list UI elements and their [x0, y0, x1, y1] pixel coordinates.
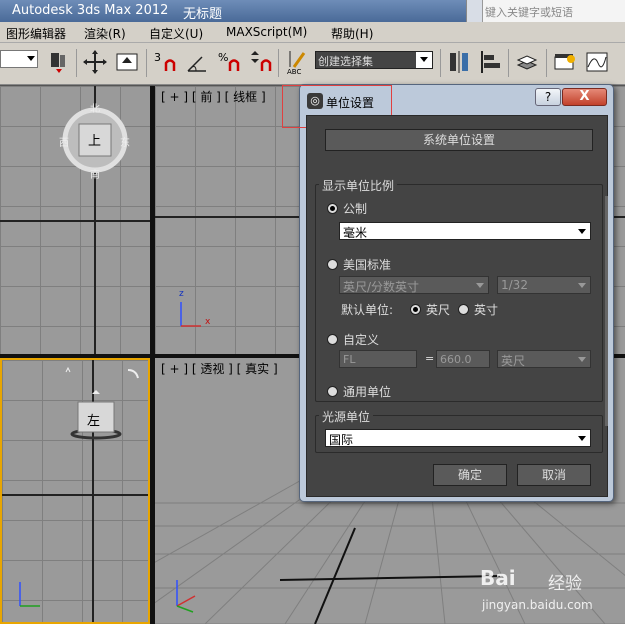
viewcube-left[interactable]	[58, 364, 148, 444]
compass-south: 南	[90, 170, 100, 181]
metric-unit-dropdown[interactable]: 毫米	[339, 222, 591, 240]
feet-radio[interactable]	[410, 304, 421, 315]
help-button[interactable]: ?	[535, 88, 561, 106]
compass-east: 东	[120, 138, 130, 149]
custom-radio[interactable]	[327, 334, 338, 345]
infocenter-toggle-button[interactable]	[466, 0, 482, 22]
menu-graph-editors[interactable]: 图形编辑器	[6, 25, 66, 42]
custom-label[interactable]: 自定义	[343, 331, 379, 348]
left-axis-tripod-icon	[19, 582, 40, 607]
us-unit-dropdown[interactable]: 英尺/分数英寸	[339, 276, 489, 294]
metric-label[interactable]: 公制	[343, 200, 367, 217]
front-axis-x: x	[205, 317, 211, 327]
front-viewport-label[interactable]: [ + ] [ 前 ] [ 线框 ]	[161, 88, 266, 105]
inches-label[interactable]: 英寸	[474, 301, 498, 318]
infocenter-search-input[interactable]: 键入关键字或短语	[482, 0, 625, 22]
metric-radio[interactable]	[327, 203, 338, 214]
app-title: Autodesk 3ds Max 2012	[12, 3, 169, 18]
metric-unit-value: 毫米	[343, 226, 368, 240]
units-setup-dialog: ◎ 单位设置 ? X 系统单位设置 显示单位比例 公制 毫米 美国标准 英尺/分…	[282, 84, 614, 502]
close-button[interactable]: X	[562, 88, 607, 106]
viewcube-face-top: 上	[88, 134, 102, 149]
ribbon-toggle-icon[interactable]	[552, 49, 578, 75]
angle-snap-icon[interactable]	[184, 49, 210, 75]
dialog-body: 系统单位设置 显示单位比例 公制 毫米 美国标准 英尺/分数英寸 1/32 默认…	[306, 115, 608, 497]
title-bar: Autodesk 3ds Max 2012 无标题 键入关键字或短语	[0, 0, 625, 22]
3dsmax-window: Autodesk 3ds Max 2012 无标题 键入关键字或短语 图形编辑器…	[0, 0, 625, 624]
custom-unit-value: 英尺	[501, 354, 526, 368]
perspective-viewport-label[interactable]: [ + ] [ 透视 ] [ 真实 ]	[161, 360, 278, 377]
layer-manager-icon[interactable]	[514, 49, 540, 75]
curve-editor-icon[interactable]	[584, 49, 610, 75]
us-fraction-dropdown[interactable]: 1/32	[497, 276, 591, 294]
custom-name-field[interactable]: FL	[339, 350, 417, 368]
svg-text:%: %	[218, 51, 228, 64]
generic-units-radio[interactable]	[327, 386, 338, 397]
inches-radio[interactable]	[458, 304, 469, 315]
us-standard-label[interactable]: 美国标准	[343, 256, 391, 273]
custom-unit-dropdown[interactable]: 英尺	[497, 350, 591, 368]
custom-equals-label: =	[425, 352, 435, 365]
named-selection-set-dropdown[interactable]: 创建选择集	[315, 51, 433, 69]
lighting-units-value: 国际	[329, 433, 354, 447]
watermark-jingyan: 经验	[548, 574, 582, 594]
default-unit-label: 默认单位:	[341, 303, 394, 317]
watermark-url: jingyan.baidu.com	[482, 598, 593, 612]
us-fraction-value: 1/32	[501, 278, 528, 292]
feet-label[interactable]: 英尺	[426, 301, 450, 318]
menu-help[interactable]: 帮助(H)	[331, 25, 373, 42]
selection-set-text: 创建选择集	[318, 55, 373, 68]
front-axis-z: z	[179, 289, 184, 299]
edit-named-selection-icon[interactable]: ABC	[284, 49, 310, 76]
document-title: 无标题	[183, 7, 223, 22]
snap-toggle-icon[interactable]: 3	[152, 49, 178, 75]
perspective-axis-tripod-icon	[176, 580, 196, 613]
us-standard-radio[interactable]	[327, 259, 338, 270]
reference-coordinate-dropdown[interactable]	[0, 50, 38, 68]
top-viewport[interactable]: 上 北 南 东 西	[0, 86, 150, 354]
menu-rendering[interactable]: 渲染(R)	[84, 25, 126, 42]
align-icon[interactable]	[478, 49, 504, 75]
svg-text:3: 3	[154, 51, 161, 64]
compass-north: 北	[90, 104, 100, 115]
menu-bar: 图形编辑器 渲染(R) 自定义(U) MAXScript(M) 帮助(H)	[0, 22, 625, 43]
mirror-pivot-icon[interactable]	[46, 49, 72, 75]
viewcube-face-left: 左	[87, 414, 101, 429]
us-unit-value: 英尺/分数英寸	[343, 280, 420, 294]
keyboard-shortcut-override-icon[interactable]	[114, 49, 140, 75]
left-viewport[interactable]: 左	[0, 358, 150, 624]
spinner-snap-icon[interactable]	[248, 49, 274, 75]
baidu-jingyan-watermark: Bai 经验 jingyan.baidu.com	[480, 566, 620, 622]
compass-west: 西	[59, 138, 69, 149]
percent-snap-icon[interactable]: %	[216, 49, 242, 75]
svg-text:ABC: ABC	[287, 68, 301, 75]
dialog-scrollbar[interactable]	[605, 196, 608, 426]
watermark-logo: Bai	[480, 566, 516, 590]
ok-button[interactable]: 确定	[433, 464, 507, 486]
lighting-units-dropdown[interactable]: 国际	[325, 429, 591, 447]
menu-maxscript[interactable]: MAXScript(M)	[226, 25, 307, 39]
move-icon[interactable]	[82, 49, 108, 75]
custom-amount-field[interactable]: 660.0	[436, 350, 490, 368]
cancel-button[interactable]: 取消	[517, 464, 591, 486]
main-toolbar: 3 % ABC 创建选择集	[0, 43, 625, 85]
mirror-icon[interactable]	[446, 49, 472, 75]
generic-units-label[interactable]: 通用单位	[343, 383, 391, 400]
lighting-units-label: 光源单位	[319, 408, 374, 425]
menu-customize[interactable]: 自定义(U)	[149, 25, 203, 42]
system-unit-setup-button[interactable]: 系统单位设置	[325, 129, 593, 151]
display-unit-scale-label: 显示单位比例	[319, 177, 398, 194]
